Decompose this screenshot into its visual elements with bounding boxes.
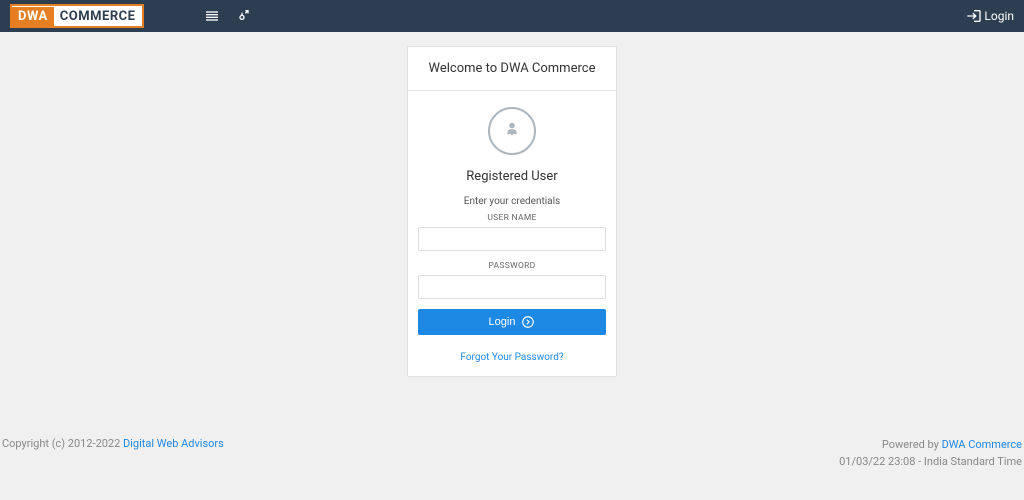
powered-by-text: Powered by <box>882 438 942 451</box>
card-body: Registered User Enter your credentials U… <box>408 91 616 376</box>
header-login-link[interactable]: Login <box>966 8 1014 24</box>
card-title: Welcome to DWA Commerce <box>408 47 616 91</box>
logo-part2: COMMERCE <box>54 7 142 26</box>
enter-credentials-text: Enter your credentials <box>418 196 606 207</box>
powered-by-link[interactable]: DWA Commerce <box>942 438 1022 451</box>
password-input[interactable] <box>418 275 606 299</box>
settings-icon[interactable] <box>236 8 252 24</box>
password-label: PASSWORD <box>418 261 606 271</box>
logo[interactable]: DWA COMMERCE <box>10 4 144 28</box>
login-icon <box>966 8 982 24</box>
menu-icon[interactable] <box>204 8 220 24</box>
header-icons <box>204 8 252 24</box>
arrow-right-circle-icon <box>521 315 535 329</box>
login-button[interactable]: Login <box>418 309 606 335</box>
username-input[interactable] <box>418 227 606 251</box>
login-card: Welcome to DWA Commerce Registered User … <box>407 46 617 377</box>
logo-part1: DWA <box>12 7 54 26</box>
footer-right: Powered by DWA Commerce 01/03/22 23:08 -… <box>839 437 1022 470</box>
footer: Copyright (c) 2012-2022 Digital Web Advi… <box>0 437 1024 470</box>
header-left: DWA COMMERCE <box>10 4 252 28</box>
registered-user-heading: Registered User <box>418 169 606 184</box>
timestamp-text: 01/03/22 23:08 - India Standard Time <box>839 454 1022 471</box>
copyright-text: Copyright (c) 2012-2022 <box>2 437 123 450</box>
login-button-label: Login <box>489 316 516 328</box>
avatar-icon <box>488 107 536 155</box>
header-login-text: Login <box>984 9 1014 23</box>
copyright-link[interactable]: Digital Web Advisors <box>123 437 224 450</box>
footer-left: Copyright (c) 2012-2022 Digital Web Advi… <box>2 437 224 470</box>
username-label: USER NAME <box>418 213 606 223</box>
forgot-password-link[interactable]: Forgot Your Password? <box>460 352 563 363</box>
header-bar: DWA COMMERCE Login <box>0 0 1024 32</box>
